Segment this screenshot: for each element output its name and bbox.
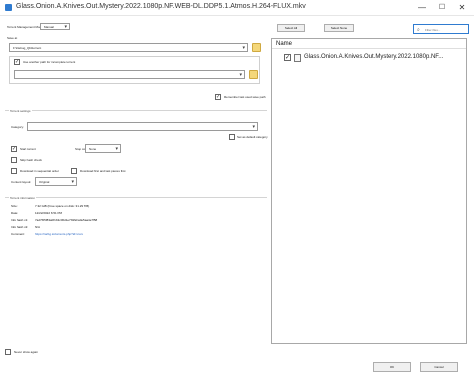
info-size-value: 7.32 GiB (Free space on disk: 31.29 TiB)	[35, 204, 90, 208]
incomplete-path-combo[interactable]: ▾	[14, 70, 245, 79]
skip-hash-check-checkbox[interactable]	[11, 157, 17, 163]
save-path-value: F:\Debug_Qbittorrent	[13, 46, 42, 50]
download-first-last-label: Download first and last pieces first	[80, 169, 126, 173]
category-combo[interactable]: ▾	[27, 122, 258, 131]
column-name-label: Name	[276, 41, 293, 47]
maximize-button[interactable]: ☐	[436, 2, 448, 13]
torrent-info-section: Torrent information	[5, 196, 267, 200]
window-title: Glass.Onion.A.Knives.Out.Mystery.2022.10…	[16, 3, 306, 10]
remember-last-path-label: Remember last used save path	[224, 95, 266, 99]
info-date-value: 12/22/2022 6:51 PM	[35, 211, 63, 215]
filter-files-input[interactable]: ⌕ Filter files...	[413, 24, 469, 34]
file-checkbox[interactable]: ✓	[284, 54, 291, 61]
info-hash-v1-key: Info hash v1:	[11, 218, 29, 222]
ok-button[interactable]: OK	[373, 362, 411, 372]
download-sequential-label: Download in sequential order	[20, 169, 59, 173]
start-torrent-checkbox[interactable]: ✓	[11, 146, 17, 152]
content-layout-value: Original	[39, 180, 50, 184]
download-first-last-checkbox[interactable]	[71, 168, 77, 174]
chevron-down-icon: ▾	[115, 146, 118, 152]
set-default-category-checkbox[interactable]	[229, 134, 235, 140]
torrent-mode-select[interactable]: Manual ▾	[40, 23, 70, 30]
torrent-mode-value: Manual	[44, 25, 54, 29]
stop-condition-select[interactable]: None ▾	[85, 144, 121, 153]
start-torrent-label: Start torrent	[20, 147, 36, 151]
chevron-down-icon: ▾	[64, 24, 67, 30]
download-sequential-checkbox[interactable]	[11, 168, 17, 174]
left-panel: Torrent Management Mode: Manual ▾ Save a…	[5, 22, 268, 344]
browse-incomplete-folder-icon[interactable]	[249, 70, 258, 79]
column-header-name[interactable]: Name	[272, 39, 466, 49]
never-show-again-label: Never show again	[14, 350, 39, 354]
info-date-key: Date:	[11, 211, 19, 215]
remember-last-path-checkbox[interactable]: ✓	[215, 94, 221, 100]
incomplete-path-group: ✓ Use another path for incomplete torren…	[9, 56, 260, 84]
search-icon: ⌕	[417, 27, 420, 33]
content-layout-label: Content layout:	[11, 180, 32, 184]
stop-condition-value: None	[89, 147, 97, 151]
info-hash-v2-key: Info hash v2:	[11, 225, 29, 229]
close-button[interactable]: ✕	[456, 2, 468, 13]
chevron-down-icon: ▾	[239, 72, 242, 78]
skip-hash-check-label: Skip hash check	[20, 158, 42, 162]
category-label: Category:	[11, 125, 25, 129]
torrent-settings-section: Torrent settings	[5, 109, 267, 113]
torrent-info-title: Torrent information	[9, 196, 37, 200]
save-path-combo[interactable]: F:\Debug_Qbittorrent ▾	[9, 43, 248, 52]
info-size-key: Size:	[11, 204, 18, 208]
file-name[interactable]: Glass.Onion.A.Knives.Out.Mystery.2022.10…	[304, 54, 443, 60]
select-all-button[interactable]: Select All	[277, 24, 305, 32]
file-icon	[294, 54, 301, 62]
info-hash-v1-value: 7ad7f05f83a0f1b3c06d1e7b9f2ca0e5aa4e7f58	[35, 218, 98, 222]
app-icon	[5, 4, 12, 11]
use-another-path-label: Use another path for incomplete torrent	[23, 60, 76, 64]
never-show-again-checkbox[interactable]	[5, 349, 11, 355]
minimize-button[interactable]: —	[416, 2, 428, 13]
file-tree: Name ✓ Glass.Onion.A.Knives.Out.Mystery.…	[271, 38, 467, 344]
browse-folder-icon[interactable]	[252, 43, 261, 52]
select-none-button[interactable]: Select None	[324, 24, 354, 32]
content-layout-select[interactable]: Original ▾	[35, 177, 77, 186]
save-at-label: Save at	[7, 36, 18, 40]
title-bar: Glass.Onion.A.Knives.Out.Mystery.2022.10…	[0, 0, 474, 16]
info-comment-key: Comment:	[11, 232, 25, 236]
cancel-button[interactable]: Cancel	[420, 362, 458, 372]
filter-placeholder: Filter files...	[425, 28, 441, 32]
torrent-mode-label: Torrent Management Mode:	[7, 25, 44, 29]
info-hash-v2-value: N/A	[35, 225, 41, 229]
info-comment-link[interactable]: https://rarbg.to/torrents.php?id=xxxx	[35, 232, 83, 236]
chevron-down-icon: ▾	[242, 45, 245, 51]
use-another-path-checkbox[interactable]: ✓	[14, 59, 20, 65]
set-default-category-label: Set as default category	[237, 135, 268, 139]
torrent-settings-title: Torrent settings	[9, 109, 32, 113]
chevron-down-icon: ▾	[252, 124, 255, 130]
chevron-down-icon: ▾	[71, 179, 74, 185]
